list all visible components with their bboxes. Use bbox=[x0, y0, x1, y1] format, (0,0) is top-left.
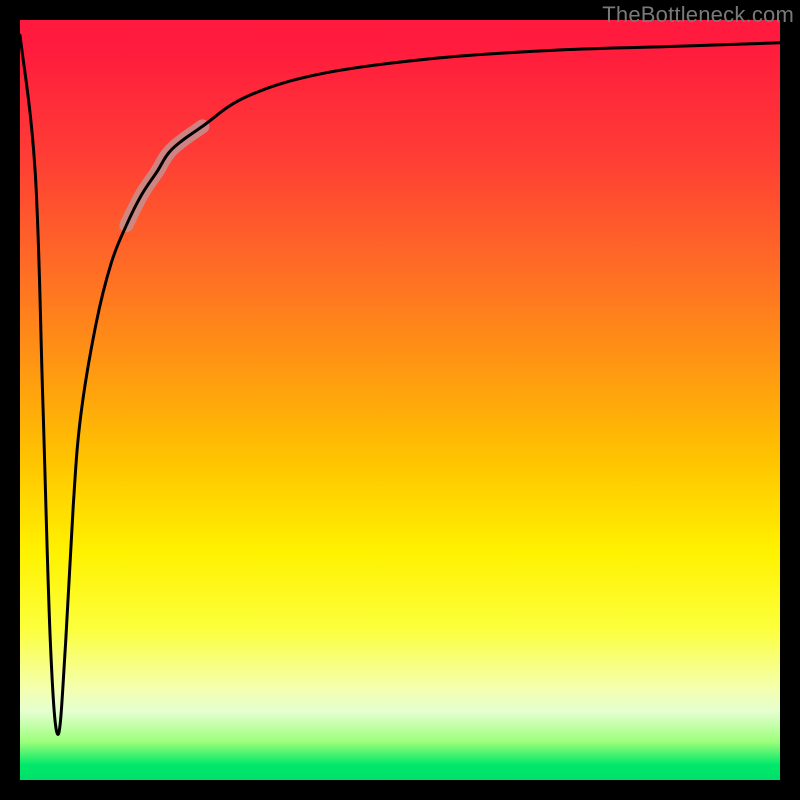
bottleneck-line-chart bbox=[20, 20, 780, 780]
curve-full bbox=[20, 35, 780, 734]
curve-highlight-segment bbox=[126, 126, 202, 225]
attribution-watermark: TheBottleneck.com bbox=[602, 2, 794, 28]
chart-frame: TheBottleneck.com bbox=[0, 0, 800, 800]
